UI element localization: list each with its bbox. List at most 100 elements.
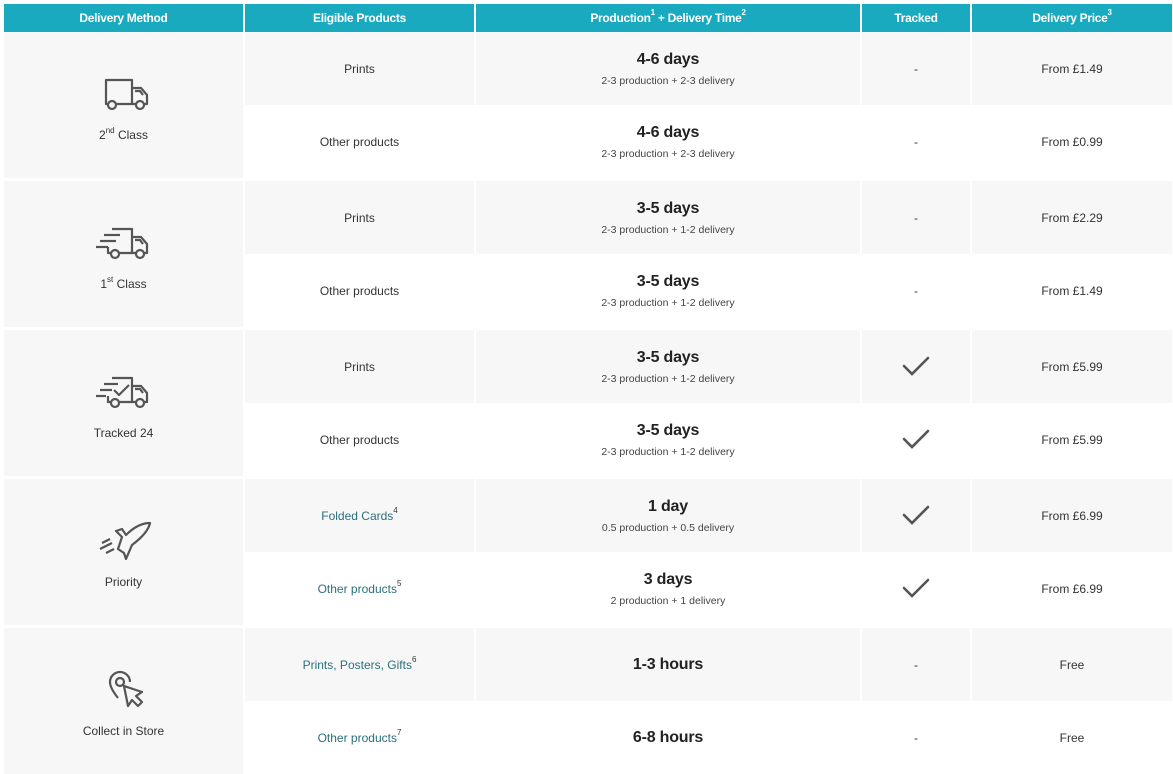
delivery-method-label: 1st Class [100, 275, 147, 291]
tracked-cell [862, 552, 970, 625]
delivery-price-cell: From £6.99 [972, 552, 1172, 625]
delivery-price-cell: From £5.99 [972, 330, 1172, 403]
delivery-method-cell: 2nd Class [4, 32, 243, 178]
footnote-ref[interactable]: 2 [742, 8, 746, 17]
delivery-price: Free [1059, 730, 1085, 745]
delivery-time-cell: 3 days 2 production + 1 delivery [476, 552, 860, 625]
delivery-method-label: 2nd Class [99, 126, 148, 142]
delivery-options-table: Delivery Method Eligible Products Produc… [2, 4, 1173, 774]
delivery-time-breakdown: 2-3 production + 1-2 delivery [601, 223, 735, 236]
eligible-products-cell: Prints [245, 330, 474, 403]
header-delivery-method: Delivery Method [4, 4, 243, 32]
tracked-truck-icon [92, 372, 156, 412]
delivery-method-cell: Collect in Store [4, 628, 243, 774]
delivery-method-label: Collect in Store [82, 724, 165, 738]
delivery-time-breakdown: 2 production + 1 delivery [610, 594, 726, 607]
store-pin-cursor-icon [92, 670, 156, 710]
delivery-time-breakdown: 2-3 production + 1-2 delivery [601, 372, 735, 385]
tracked-cell: - [862, 105, 970, 178]
table-row: Collect in Store Prints, Posters, Gifts6 1… [4, 628, 1172, 774]
tracked-cell [862, 330, 970, 403]
table-row: Priority Folded Cards4 1 day 0.5 production… [4, 479, 1172, 625]
checkmark-icon [901, 356, 931, 379]
footnote-ref[interactable]: 3 [1108, 8, 1112, 17]
delivery-price-cell: From £1.49 [972, 32, 1172, 105]
delivery-price: From £5.99 [1041, 432, 1103, 447]
eligible-products-link[interactable]: Folded Cards4 [321, 506, 398, 523]
eligible-products-cell: Other products7 [245, 701, 474, 774]
delivery-time-breakdown: 2-3 production + 2-3 delivery [601, 147, 735, 160]
delivery-method-label: Priority [104, 575, 143, 589]
not-tracked-dash: - [914, 61, 918, 76]
delivery-time-breakdown: 2-3 production + 2-3 delivery [601, 74, 735, 87]
tracked-cell: - [862, 628, 970, 701]
not-tracked-dash: - [914, 134, 918, 149]
delivery-time-total: 3-5 days [636, 421, 700, 439]
delivery-time-cell: 3-5 days 2-3 production + 1-2 delivery [476, 181, 860, 254]
eligible-products-cell: Other products [245, 403, 474, 476]
eligible-products-cell: Other products [245, 254, 474, 327]
delivery-time-cell: 4-6 days 2-3 production + 2-3 delivery [476, 32, 860, 105]
delivery-time-total: 3-5 days [636, 199, 700, 217]
header-tracked: Tracked [862, 4, 970, 32]
eligible-products-text: Prints [344, 210, 375, 225]
table-row: 2nd Class Prints 4-6 days 2-3 production + … [4, 32, 1172, 178]
eligible-products-cell: Other products [245, 105, 474, 178]
footnote-ref[interactable]: 7 [397, 728, 401, 737]
delivery-time-total: 3 days [643, 570, 693, 588]
footnote-ref[interactable]: 6 [412, 655, 416, 664]
delivery-time-cell: 1-3 hours [476, 628, 860, 701]
footnote-ref[interactable]: 5 [397, 579, 401, 588]
delivery-time-total: 3-5 days [636, 348, 700, 366]
tracked-cell [862, 403, 970, 476]
tracked-cell [862, 479, 970, 552]
delivery-method-cell: Priority [4, 479, 243, 625]
table-row: 1st Class Prints 3-5 days 2-3 production + … [4, 181, 1172, 327]
delivery-price: From £1.49 [1041, 283, 1103, 298]
delivery-price-cell: From £5.99 [972, 403, 1172, 476]
checkmark-icon [901, 429, 931, 452]
delivery-time-cell: 1 day 0.5 production + 0.5 delivery [476, 479, 860, 552]
delivery-time-total: 6-8 hours [632, 728, 704, 746]
delivery-time-breakdown: 2-3 production + 1-2 delivery [601, 296, 735, 309]
eligible-products-cell: Other products5 [245, 552, 474, 625]
tracked-cell: - [862, 701, 970, 774]
header-production-delivery-time: Production1 + Delivery Time2 [476, 4, 860, 32]
eligible-products-text: Other products [319, 134, 400, 149]
eligible-products-link[interactable]: Other products7 [318, 728, 402, 745]
delivery-time-total: 4-6 days [636, 50, 700, 68]
eligible-products-cell: Prints, Posters, Gifts6 [245, 628, 474, 701]
delivery-time-cell: 4-6 days 2-3 production + 2-3 delivery [476, 105, 860, 178]
eligible-products-link[interactable]: Prints, Posters, Gifts6 [303, 655, 417, 672]
delivery-price: From £2.29 [1041, 210, 1103, 225]
not-tracked-dash: - [914, 210, 918, 225]
delivery-time-cell: 6-8 hours [476, 701, 860, 774]
eligible-products-link[interactable]: Other products5 [318, 579, 402, 596]
fast-truck-icon [92, 223, 156, 263]
delivery-price: From £0.99 [1041, 134, 1103, 149]
delivery-price: From £6.99 [1041, 581, 1103, 596]
delivery-price-cell: Free [972, 628, 1172, 701]
delivery-method-cell: 1st Class [4, 181, 243, 327]
eligible-products-cell: Folded Cards4 [245, 479, 474, 552]
header-delivery-price: Delivery Price3 [972, 4, 1172, 32]
eligible-products-text: Prints [344, 61, 375, 76]
table-row: Tracked 24 Prints 3-5 days 2-3 production +… [4, 330, 1172, 476]
eligible-products-text: Other products [319, 283, 400, 298]
delivery-time-cell: 3-5 days 2-3 production + 1-2 delivery [476, 254, 860, 327]
not-tracked-dash: - [914, 283, 918, 298]
delivery-price: From £1.49 [1041, 61, 1103, 76]
delivery-time-breakdown: 0.5 production + 0.5 delivery [601, 521, 735, 534]
delivery-price-cell: From £0.99 [972, 105, 1172, 178]
tracked-cell: - [862, 181, 970, 254]
truck-icon [92, 74, 156, 114]
table-header-row: Delivery Method Eligible Products Produc… [4, 4, 1172, 32]
not-tracked-dash: - [914, 730, 918, 745]
footnote-ref[interactable]: 1 [651, 8, 655, 17]
tracked-cell: - [862, 254, 970, 327]
delivery-price-cell: Free [972, 701, 1172, 774]
delivery-price-cell: From £2.29 [972, 181, 1172, 254]
delivery-time-cell: 3-5 days 2-3 production + 1-2 delivery [476, 330, 860, 403]
eligible-products-text: Other products [319, 432, 400, 447]
footnote-ref[interactable]: 4 [393, 506, 397, 515]
